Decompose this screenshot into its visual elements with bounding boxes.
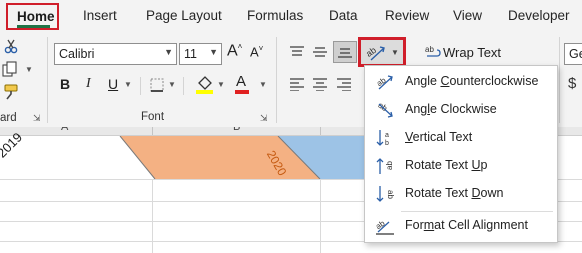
svg-text:ab: ab	[386, 190, 395, 199]
orientation-button[interactable]: ab ▼	[358, 37, 406, 67]
bottom-align-icon	[338, 48, 352, 58]
borders-dropdown-chevron-icon[interactable]: ▼	[168, 80, 176, 89]
align-center-icon[interactable]	[312, 77, 328, 91]
font-size-select[interactable]: 11 ▼	[179, 43, 222, 65]
tab-formulas[interactable]: Formulas	[247, 8, 303, 23]
format-painter-icon[interactable]	[2, 83, 24, 101]
column-gridline	[152, 179, 153, 253]
fill-color-icon[interactable]	[195, 73, 215, 95]
svg-text:b: b	[385, 140, 389, 147]
font-group-label: Font	[141, 111, 165, 123]
font-inner-separator	[183, 77, 184, 95]
clipboard-group-label: ard	[0, 112, 17, 124]
column-gridline	[320, 179, 321, 253]
menu-item-vertical-text[interactable]: a b Vertical Text	[365, 124, 557, 152]
menu-item-label: Vertical Text	[405, 130, 473, 144]
shrink-font-glyph: A	[250, 44, 259, 60]
copy-dropdown-chevron-icon[interactable]: ▼	[25, 65, 33, 74]
column-header-b[interactable]: B	[233, 127, 240, 133]
menu-item-angle-counterclockwise[interactable]: ab Angle Counterclockwise	[365, 68, 557, 96]
angle-counterclockwise-icon: ab	[375, 75, 393, 90]
font-name-chevron-icon: ▼	[164, 47, 173, 57]
column-divider	[152, 127, 153, 135]
menu-item-format-cell-alignment[interactable]: ab Format Cell Alignment	[365, 212, 557, 240]
menu-item-angle-clockwise[interactable]: ab Angle Clockwise	[365, 96, 557, 124]
underline-dropdown-chevron-icon[interactable]: ▼	[124, 80, 132, 89]
grow-caret-icon: ˄	[237, 42, 243, 51]
font-inner-separator	[140, 77, 141, 95]
wrap-text-button[interactable]: Wrap Text	[443, 45, 501, 60]
font-name-select[interactable]: Calibri ▼	[54, 43, 177, 65]
ribbon-tab-bar: Home Insert Page Layout Formulas Data Re…	[0, 0, 582, 33]
currency-format-button[interactable]: $	[568, 75, 576, 92]
group-separator	[47, 37, 48, 123]
svg-text:ab: ab	[365, 45, 378, 59]
align-left-icon[interactable]	[289, 77, 305, 91]
angle-clockwise-icon: ab	[376, 101, 393, 118]
middle-align-icon[interactable]	[312, 45, 328, 59]
number-format-value: Ge	[569, 47, 582, 61]
format-cell-alignment-icon: ab	[375, 218, 394, 235]
tab-view[interactable]: View	[453, 8, 482, 23]
font-size-value: 11	[184, 47, 197, 61]
tab-developer[interactable]: Developer	[508, 8, 570, 23]
underline-button[interactable]: U	[108, 76, 118, 92]
tab-home[interactable]: Home	[6, 3, 59, 30]
menu-item-label: Rotate Text Down	[405, 186, 504, 200]
orientation-chevron-icon: ▼	[391, 48, 399, 57]
tab-data[interactable]: Data	[329, 8, 358, 23]
group-separator	[559, 37, 560, 123]
grow-font-glyph: A	[227, 42, 238, 60]
copy-icon[interactable]	[1, 61, 23, 79]
orientation-icon: ab	[365, 45, 385, 61]
font-size-chevron-icon: ▼	[209, 47, 218, 57]
orientation-menu: ab Angle Counterclockwise ab Angle Clock…	[364, 65, 558, 243]
menu-item-label: Angle Clockwise	[405, 102, 497, 116]
font-color-button[interactable]: A	[235, 73, 249, 94]
column-divider	[320, 127, 321, 135]
menu-item-rotate-text-down[interactable]: ab Rotate Text Down	[365, 180, 557, 208]
clipboard-dialog-launcher-icon[interactable]: ⇲	[33, 113, 41, 124]
rotate-text-down-icon: ab	[376, 186, 395, 202]
menu-item-rotate-text-up[interactable]: ab Rotate Text Up	[365, 152, 557, 180]
svg-text:ab: ab	[425, 45, 434, 54]
group-separator	[276, 37, 277, 123]
fill-color-dropdown-chevron-icon[interactable]: ▼	[217, 80, 225, 89]
number-format-select[interactable]: Ge	[564, 43, 582, 65]
font-color-glyph: A	[236, 73, 247, 90]
menu-item-label: Format Cell Alignment	[405, 218, 528, 232]
bold-button[interactable]: B	[60, 76, 70, 92]
tab-review[interactable]: Review	[385, 8, 429, 23]
italic-button[interactable]: I	[86, 76, 91, 92]
font-name-value: Calibri	[59, 47, 95, 61]
font-color-dropdown-chevron-icon[interactable]: ▼	[259, 80, 267, 89]
column-header-a[interactable]: A	[61, 127, 68, 133]
shrink-caret-icon: ˅	[258, 44, 264, 53]
tab-home-label: Home	[17, 9, 55, 24]
font-dialog-launcher-icon[interactable]: ⇲	[260, 113, 268, 124]
menu-item-label: Rotate Text Up	[405, 158, 488, 172]
tab-insert[interactable]: Insert	[83, 8, 117, 23]
wrap-text-icon[interactable]: ab	[425, 44, 441, 60]
svg-text:ab: ab	[385, 161, 394, 170]
decrease-font-size-button[interactable]: A˅	[250, 44, 263, 59]
svg-text:a: a	[385, 132, 389, 139]
active-tab-underline	[17, 25, 50, 28]
vertical-text-icon: a b	[376, 130, 389, 147]
rotate-text-up-icon: ab	[376, 158, 394, 174]
tab-page-layout[interactable]: Page Layout	[146, 8, 222, 23]
align-right-icon[interactable]	[336, 77, 352, 91]
menu-item-label: Angle Counterclockwise	[405, 74, 539, 88]
font-color-bar	[235, 90, 249, 94]
top-align-icon[interactable]	[289, 45, 305, 59]
cut-icon[interactable]	[3, 38, 19, 54]
borders-icon[interactable]	[149, 77, 167, 93]
increase-font-size-button[interactable]: A˄	[227, 42, 242, 60]
bottom-align-button[interactable]	[333, 41, 357, 63]
